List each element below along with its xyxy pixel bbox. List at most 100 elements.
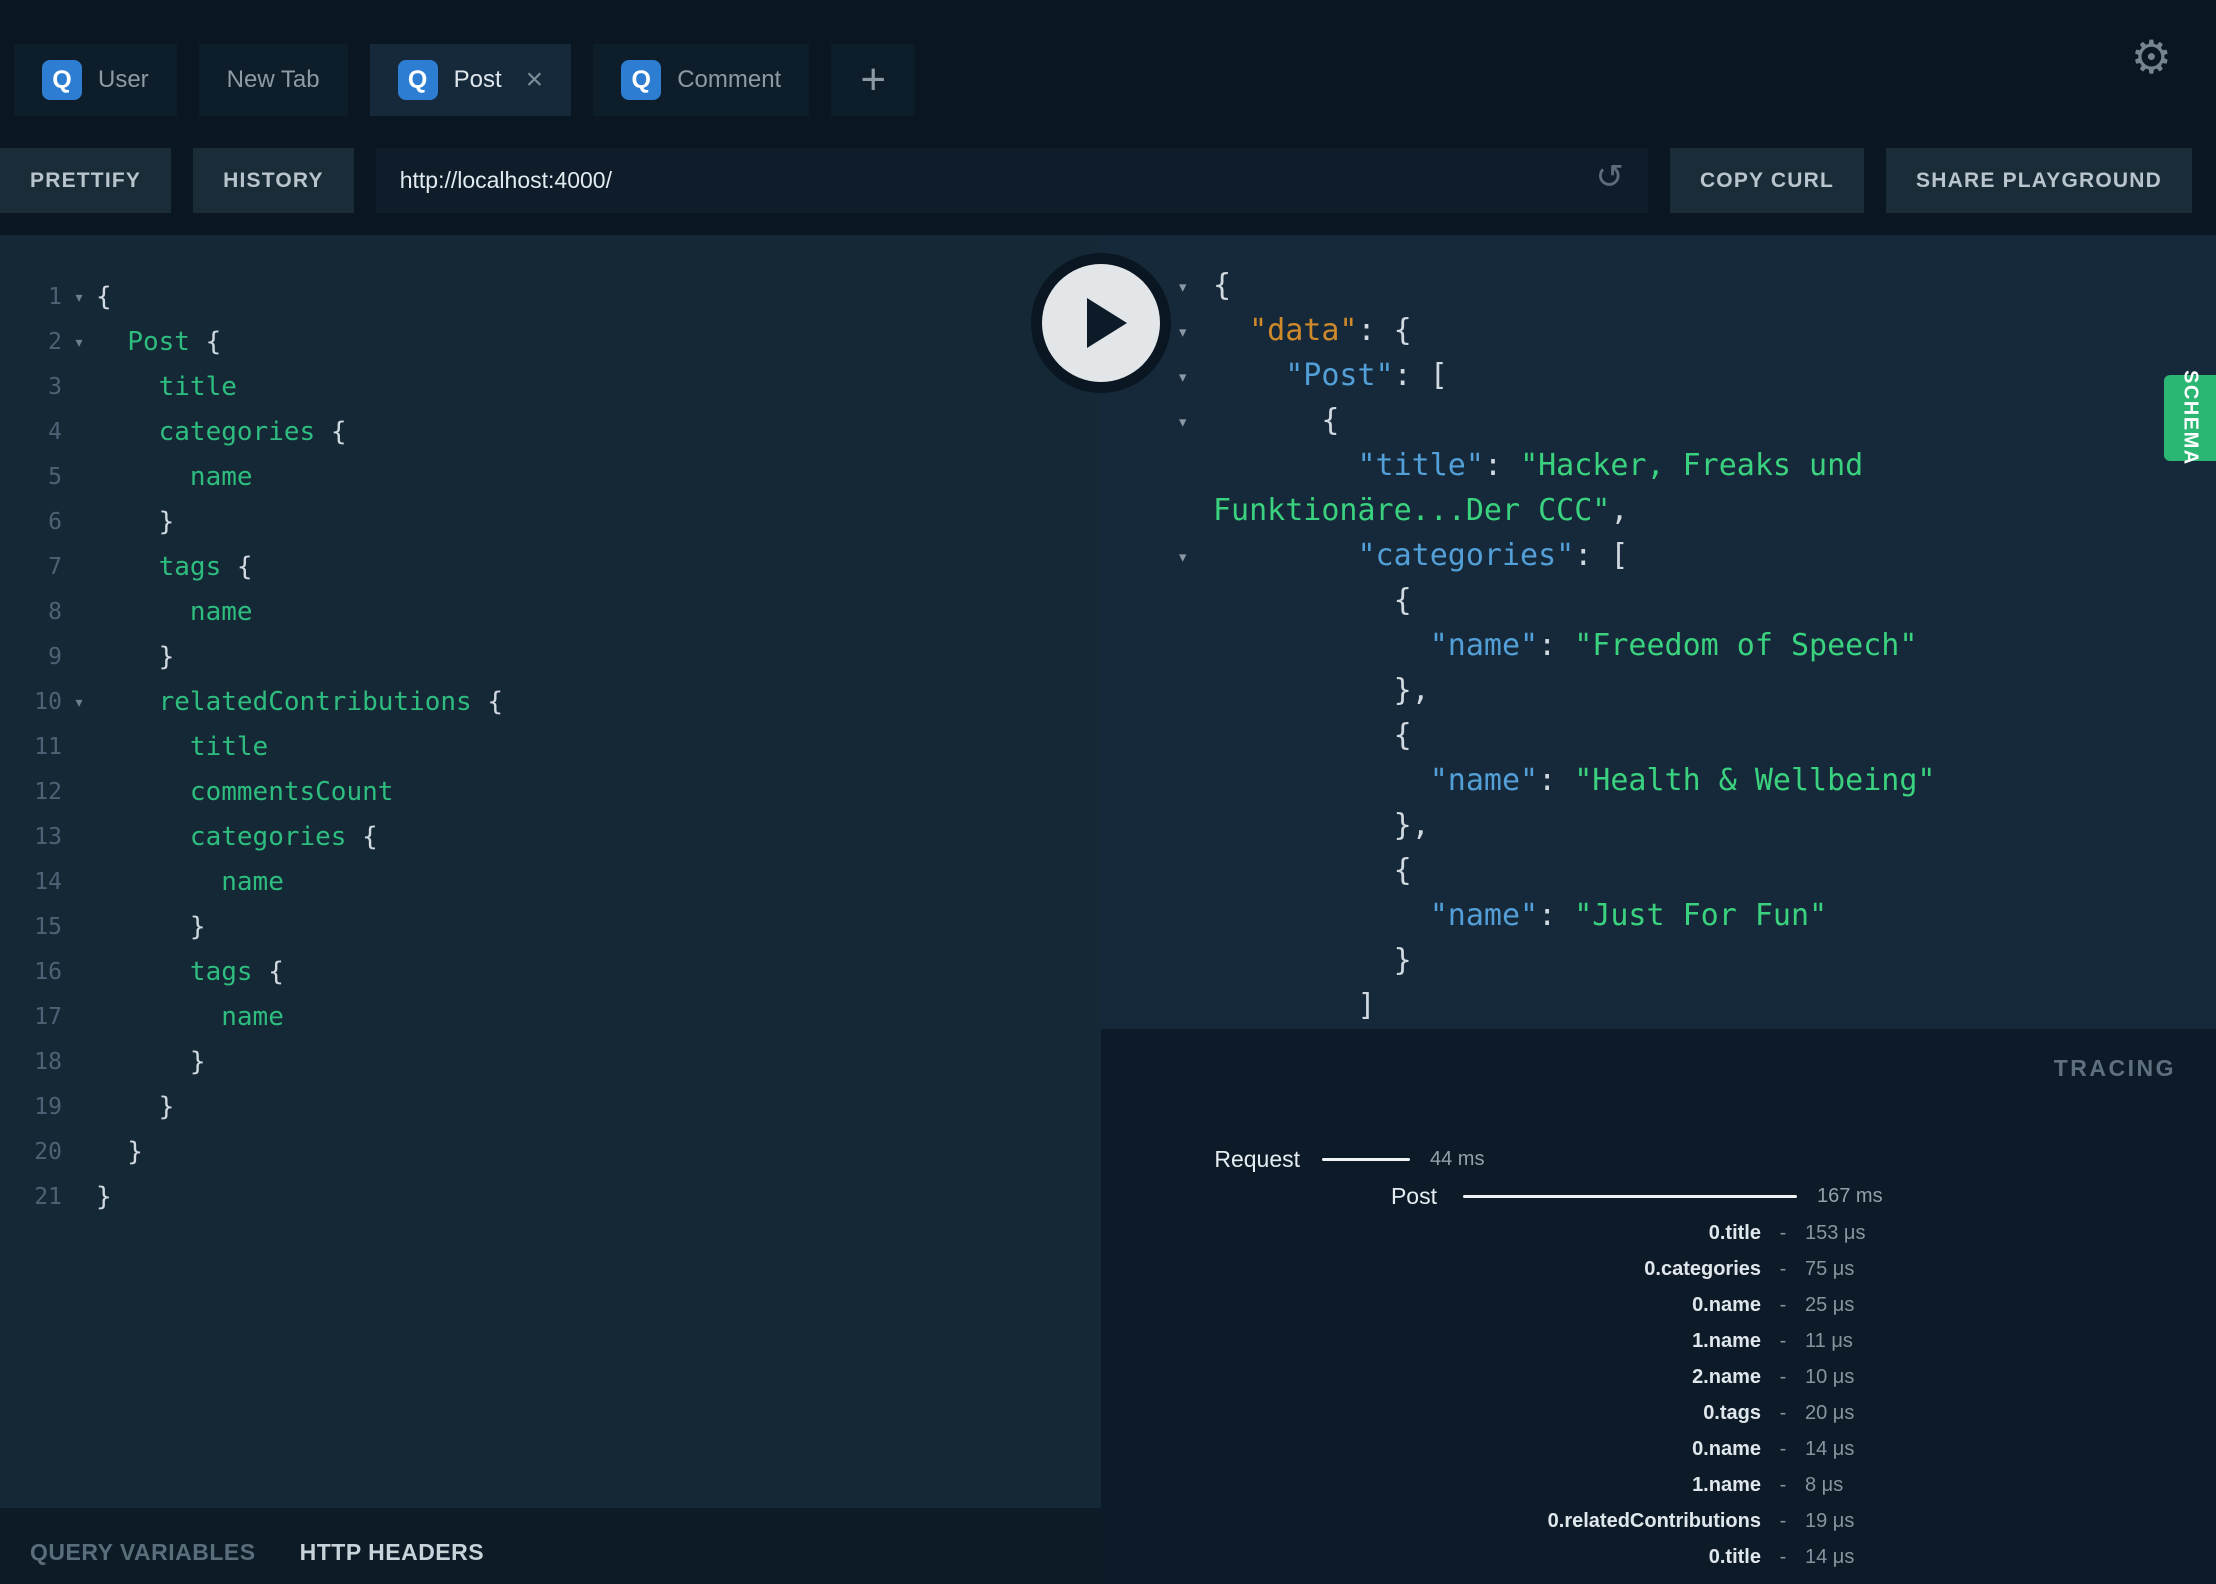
resolver-path: 0.title	[1708, 1545, 1761, 1568]
reload-schema-icon[interactable]: ↺	[1595, 160, 1624, 194]
query-line[interactable]: 1 ▾{	[0, 275, 1101, 320]
query-line[interactable]: 13 categories {	[0, 815, 1101, 860]
fold-arrow-icon[interactable]: ▾	[1177, 535, 1188, 580]
line-number: 14	[34, 869, 62, 895]
query-line[interactable]: 16 tags {	[0, 950, 1101, 995]
fold-arrow-icon[interactable]: ▾	[62, 680, 96, 725]
endpoint-url-input[interactable]	[375, 148, 1648, 213]
line-number: 11	[34, 734, 62, 760]
response-line: "title": "Hacker, Freaks und Funktionäre…	[1101, 443, 2216, 533]
query-line[interactable]: 4 categories {	[0, 410, 1101, 455]
response-code: "Post": [	[1285, 358, 1448, 393]
tab-new-tab[interactable]: New Tab	[198, 44, 348, 116]
query-line[interactable]: 7 tags {	[0, 545, 1101, 590]
play-icon	[1042, 264, 1160, 382]
trace-resolver-row: 0.tags -20 μs	[1101, 1395, 2216, 1431]
query-variables-tab[interactable]: QUERY VARIABLES	[30, 1539, 256, 1566]
line-number: 15	[34, 914, 62, 940]
query-line[interactable]: 12 commentsCount	[0, 770, 1101, 815]
response-line: },	[1101, 803, 2216, 848]
response-line: ▾ "categories": [	[1101, 533, 2216, 578]
query-editor[interactable]: 1 ▾{2 ▾ Post {3 title 4 categories {5 name 6…	[0, 235, 1101, 1508]
fold-arrow-icon[interactable]: ▾	[62, 320, 96, 365]
query-line[interactable]: 17 name	[0, 995, 1101, 1040]
query-line[interactable]: 9 }	[0, 635, 1101, 680]
query-line[interactable]: 3 title	[0, 365, 1101, 410]
history-button[interactable]: HISTORY	[193, 148, 354, 213]
tracing-title: TRACING	[2053, 1055, 2176, 1081]
trace-resolver-row: 0.commentsCount-12 μs	[1101, 1575, 2216, 1584]
response-code: "name": "Health & Wellbeing"	[1429, 763, 1936, 798]
query-line[interactable]: 11 title	[0, 725, 1101, 770]
query-code: relatedContributions {	[158, 687, 504, 717]
query-code: name	[221, 867, 284, 897]
query-line[interactable]: 5 name	[0, 455, 1101, 500]
execute-query-button[interactable]	[1031, 253, 1171, 393]
query-line[interactable]: 8 name	[0, 590, 1101, 635]
query-code: name	[189, 462, 253, 492]
query-code: name	[221, 1002, 284, 1032]
copy-curl-button[interactable]: COPY CURL	[1669, 148, 1865, 213]
http-headers-tab[interactable]: HTTP HEADERS	[300, 1539, 485, 1566]
line-number: 21	[34, 1184, 62, 1210]
tab-post[interactable]: Q Post ×	[369, 44, 572, 116]
query-line[interactable]: 20 }	[0, 1130, 1101, 1175]
query-line[interactable]: 19 }	[0, 1085, 1101, 1130]
query-badge-icon: Q	[621, 60, 662, 100]
fold-arrow-icon[interactable]: ▾	[1177, 355, 1188, 400]
fold-arrow-icon[interactable]: ▾	[1177, 265, 1188, 310]
trace-post-label: Post	[1390, 1183, 1437, 1209]
response-code: "name": "Just For Fun"	[1429, 898, 1828, 933]
resolver-duration: 14 μs	[1805, 1545, 1855, 1568]
tab-label: Post	[453, 66, 502, 93]
trace-resolver-row: 0.name -25 μs	[1101, 1287, 2216, 1323]
fold-arrow-icon[interactable]: ▾	[1177, 400, 1188, 445]
query-line[interactable]: 21}	[0, 1175, 1101, 1220]
tab-user[interactable]: Q User	[14, 44, 177, 116]
line-number: 8	[48, 599, 62, 625]
query-line[interactable]: 18 }	[0, 1040, 1101, 1085]
graphql-playground-window: Q User New Tab Q Post × Q Comment + ⚙ PRETTIFY …	[0, 0, 2216, 1584]
fold-arrow-icon[interactable]: ▾	[1177, 310, 1188, 355]
query-code: commentsCount	[189, 777, 394, 807]
line-number: 9	[48, 644, 62, 670]
response-line: ]	[1101, 983, 2216, 1028]
line-number: 18	[34, 1049, 62, 1075]
response-line: {	[1101, 578, 2216, 623]
play-triangle-icon	[1087, 298, 1127, 348]
tab-comment[interactable]: Q Comment	[593, 44, 810, 116]
share-playground-button[interactable]: SHARE PLAYGROUND	[1886, 148, 2192, 213]
trace-resolver-row: 0.title -14 μs	[1101, 1539, 2216, 1575]
query-code: }	[96, 1092, 175, 1122]
response-code: "data": {	[1249, 313, 1412, 348]
schema-tab[interactable]: SCHEMA	[2164, 370, 2216, 466]
dash-separator: -	[1779, 1365, 1787, 1388]
query-line[interactable]: 10 ▾ relatedContributions {	[0, 680, 1101, 725]
response-code: {	[1213, 583, 1412, 618]
line-number: 2	[48, 329, 62, 355]
line-number: 1	[48, 284, 62, 310]
tracing-rows: Request 44 ms Post 167 ms 0.title -153 μs…	[1101, 1029, 2216, 1584]
dash-separator: -	[1779, 1545, 1787, 1568]
query-code: }	[96, 1137, 143, 1167]
fold-arrow-icon[interactable]: ▾	[62, 275, 96, 320]
query-line[interactable]: 6 }	[0, 500, 1101, 545]
add-tab-button[interactable]: +	[831, 44, 916, 116]
dash-separator: -	[1779, 1473, 1787, 1496]
prettify-button[interactable]: PRETTIFY	[0, 148, 172, 213]
trace-resolver-row: 0.title -153 μs	[1101, 1215, 2216, 1251]
response-code: }	[1213, 943, 1412, 978]
settings-gear-icon[interactable]: ⚙	[2131, 34, 2172, 80]
query-line[interactable]: 2 ▾ Post {	[0, 320, 1101, 365]
query-line[interactable]: 15 }	[0, 905, 1101, 950]
response-line: ▾ "data": {	[1101, 308, 2216, 353]
line-number: 4	[48, 419, 62, 445]
close-tab-icon[interactable]: ×	[526, 65, 544, 95]
query-line[interactable]: 14 name	[0, 860, 1101, 905]
dash-separator: -	[1779, 1293, 1787, 1316]
query-code: title	[158, 372, 237, 402]
